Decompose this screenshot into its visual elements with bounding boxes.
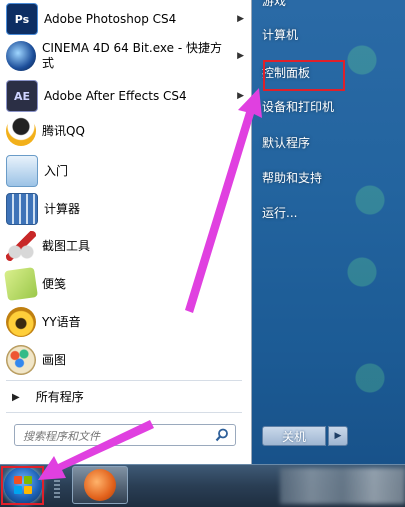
arrow-to-control-panel <box>185 88 262 313</box>
arrow-to-start-button <box>38 420 154 480</box>
annotation-arrows <box>38 88 262 480</box>
